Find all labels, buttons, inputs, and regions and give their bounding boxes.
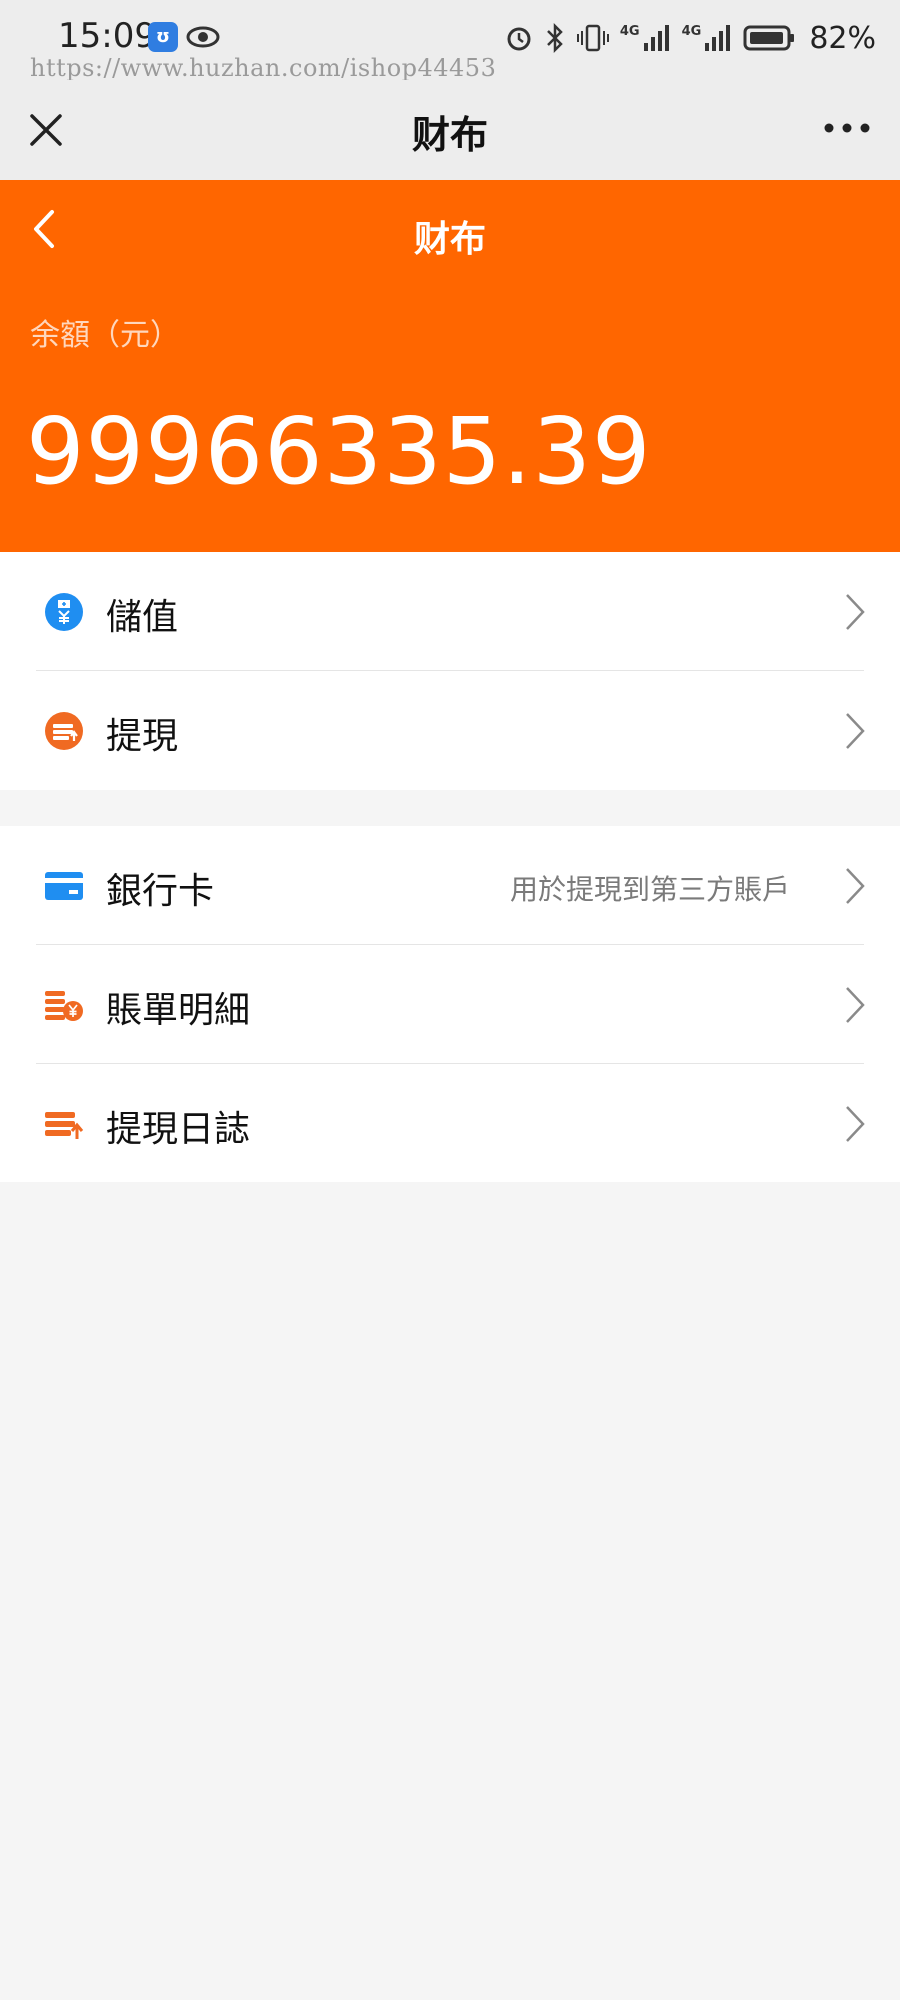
recharge-icon: [45, 593, 83, 631]
watermark-url: https://www.huzhan.com/ishop44453: [30, 54, 497, 82]
status-icons: 4G 4G 82%: [504, 18, 876, 58]
chevron-right-icon: [846, 713, 865, 749]
bank-card-icon: [45, 872, 83, 900]
signal-icon-2: [705, 25, 731, 51]
battery-icon: [743, 25, 795, 51]
menu-item-label: 賬單明細: [106, 990, 251, 1031]
status-time: 15:09: [58, 16, 156, 56]
vibrate-icon: [576, 24, 609, 52]
menu-item-label: 提現: [106, 716, 179, 757]
bluetooth-icon: [546, 22, 563, 54]
alarm-icon: [507, 27, 531, 51]
balance-value: 99966335.39: [26, 398, 652, 505]
more-icon[interactable]: [824, 118, 870, 138]
chevron-right-icon: [846, 594, 865, 630]
top-bar: 财布: [0, 80, 900, 180]
app-notification-icon: ʊ: [148, 22, 178, 52]
menu-item-recharge[interactable]: 儲值: [0, 552, 900, 670]
network-4g-label-1: 4G: [619, 23, 640, 39]
menu-item-bank-card[interactable]: 銀行卡 用於提現到第三方賬戶: [0, 826, 900, 944]
bill-details-icon: [45, 991, 83, 1021]
balance-header: 财布 余額（元） 99966335.39: [0, 180, 900, 552]
network-4g-label-2: 4G: [681, 23, 702, 39]
withdraw-icon: [45, 712, 83, 750]
menu-group-account: 銀行卡 用於提現到第三方賬戶 賬單明細 提現日誌: [0, 826, 900, 1182]
menu-item-withdraw[interactable]: 提現: [0, 671, 900, 789]
signal-icon-1: [643, 25, 669, 51]
page-title: 财布: [413, 219, 486, 260]
menu-item-label: 銀行卡: [106, 871, 215, 912]
menu-item-bill-details[interactable]: 賬單明細: [0, 945, 900, 1063]
balance-label: 余額（元）: [30, 318, 180, 353]
withdraw-log-icon: [45, 1112, 84, 1139]
menu-group-funds: 儲值 提現: [0, 552, 900, 790]
menu-item-label: 儲值: [106, 597, 179, 638]
top-bar-title: 财布: [411, 113, 488, 157]
menu-item-label: 提現日誌: [106, 1109, 251, 1150]
chevron-right-icon: [846, 1106, 865, 1142]
menu-item-withdraw-log[interactable]: 提現日誌: [0, 1064, 900, 1182]
chevron-right-icon: [846, 987, 865, 1023]
eye-icon: [186, 26, 220, 48]
battery-percent: 82%: [809, 20, 876, 56]
menu-item-description: 用於提現到第三方賬戶: [509, 873, 790, 906]
chevron-right-icon: [846, 868, 865, 904]
